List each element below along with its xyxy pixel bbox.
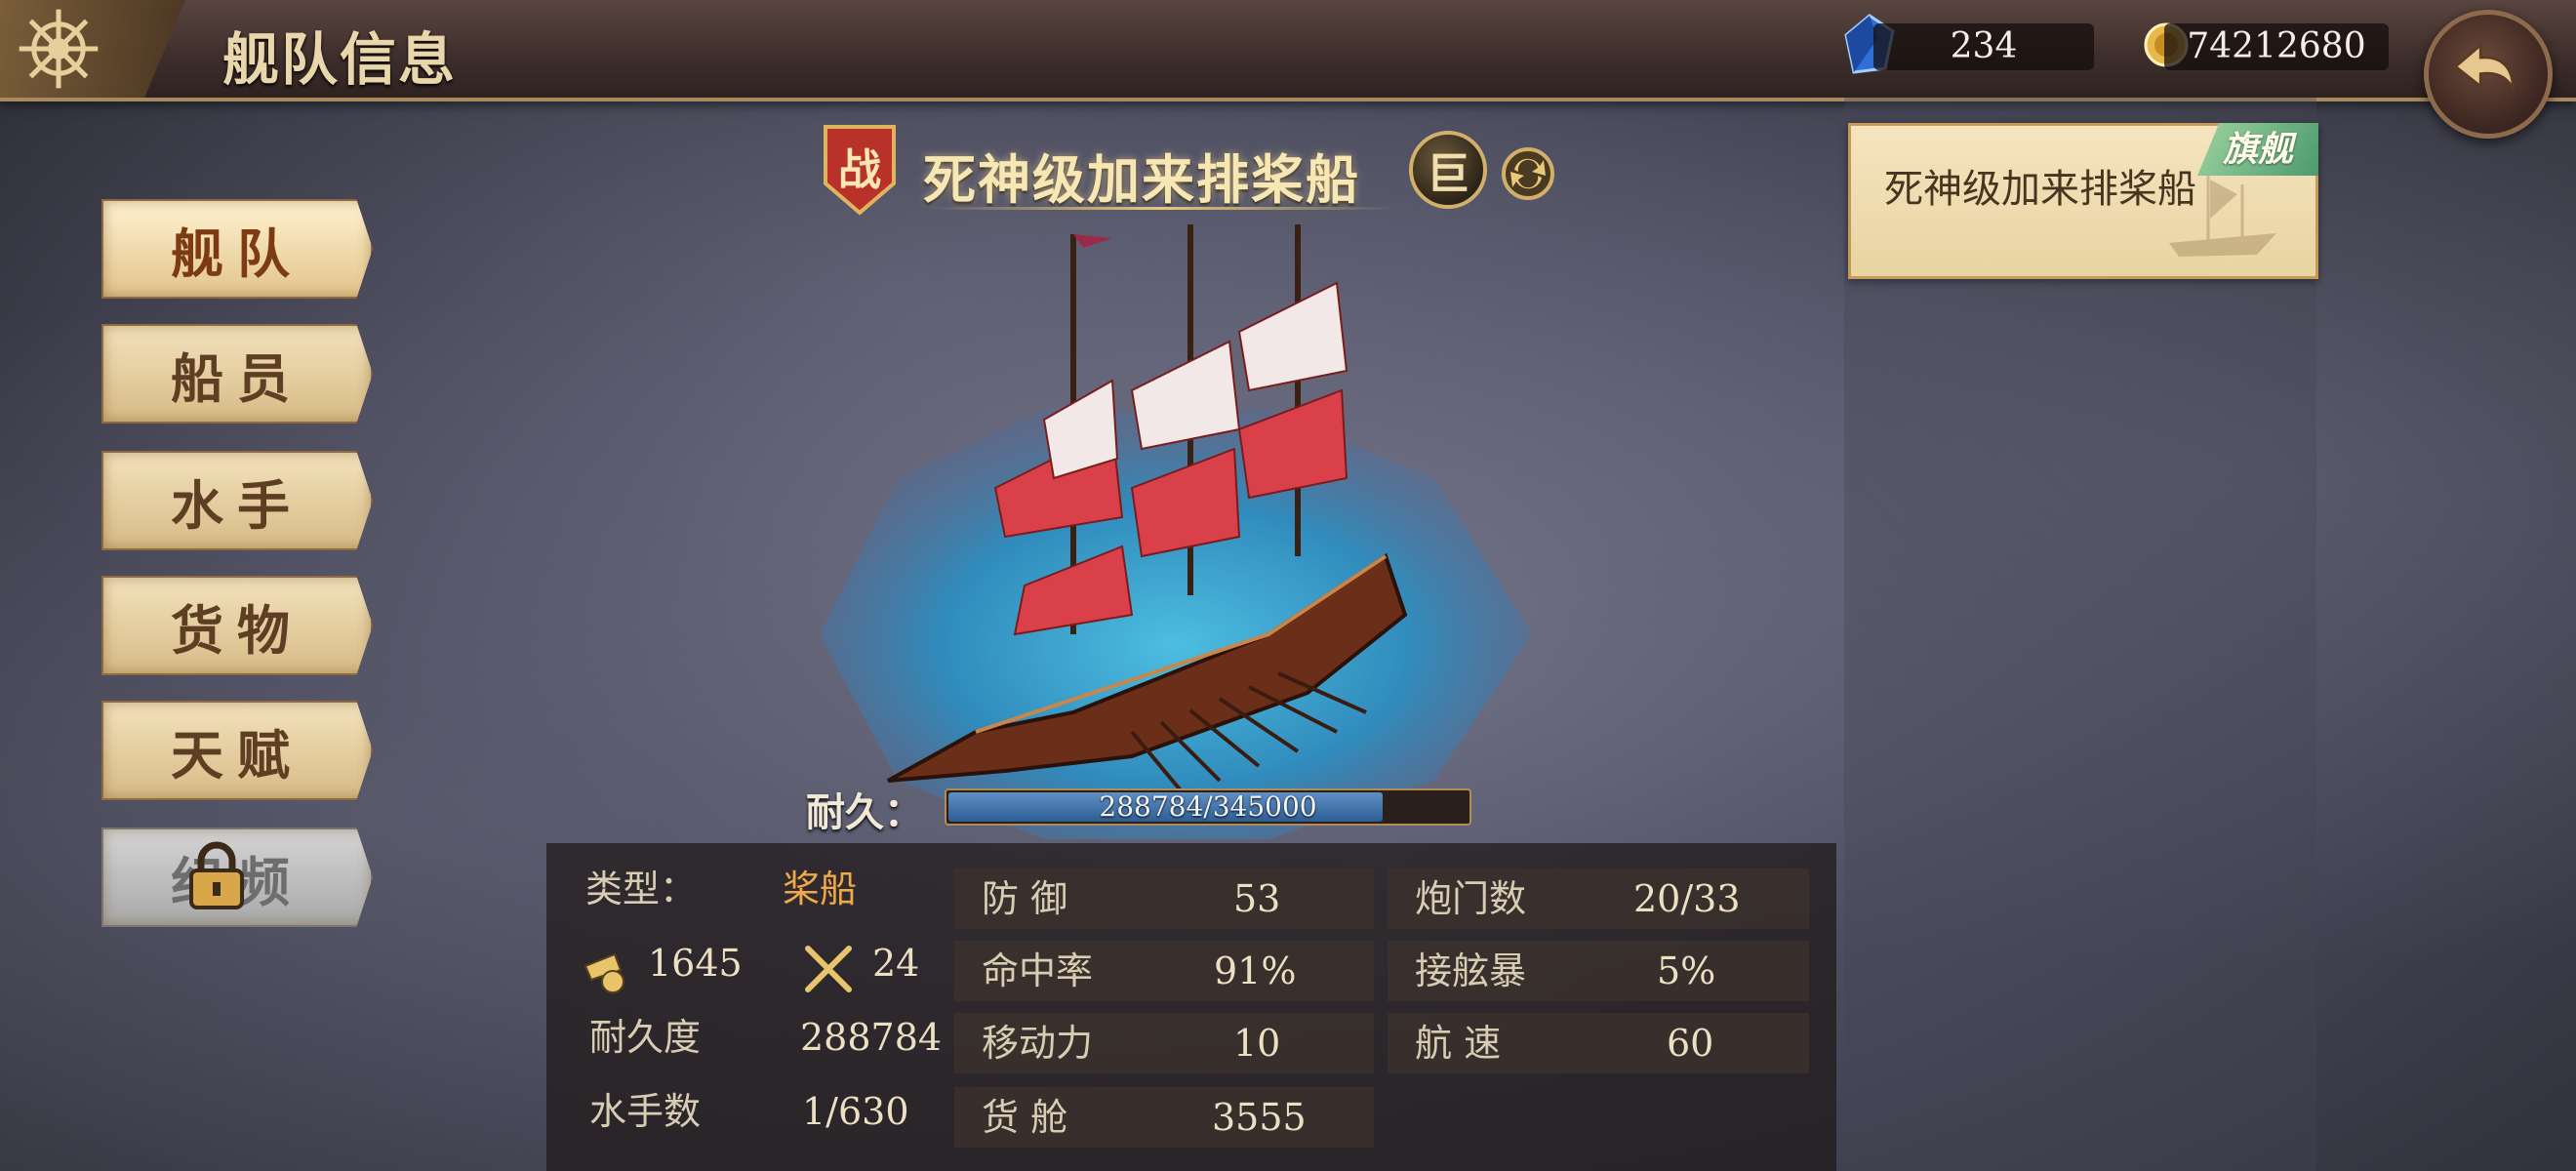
war-badge-text: 战 [838,145,881,195]
gem-count: 234 [1873,23,2094,70]
menu-talent-label: 天赋 [171,723,303,787]
mobility-value: 10 [1233,1022,1281,1065]
crossed-swords-icon [805,946,852,992]
flagship-name: 死神级加来排桨船 [1884,167,2196,212]
menu-crew-label: 船员 [171,346,303,410]
speed-value: 60 [1667,1022,1714,1065]
menu-talent-button[interactable]: 天赋 [101,701,373,800]
ship-display [820,224,1532,839]
lock-icon [189,841,244,909]
top-bar: 舰队信息 234 74212680 [0,0,2576,101]
gunports-label: 炮门数 [1415,877,1527,920]
war-badge: 战 [822,123,898,217]
mobility-label: 移动力 [982,1022,1094,1065]
boarding-value: 5% [1657,949,1716,992]
menu-fleet-label: 舰队 [171,222,303,285]
hit-label: 命中率 [982,949,1094,992]
back-arrow-icon [2453,42,2515,94]
type-value: 桨船 [783,868,858,910]
menu-cargo-button[interactable]: 货物 [101,576,373,675]
stats-panel: 类型： 桨船 1645 24 耐久度 288784 水手数 1/630 防 御 … [546,843,1836,1171]
gold-count: 74212680 [2164,23,2389,70]
ship-name: 死神级加来排桨船 [923,148,1360,211]
hold-label: 货 舱 [982,1096,1068,1139]
menu-sailors-button[interactable]: 水手 [101,451,373,550]
cannon-value: 1645 [648,942,743,985]
defense-value: 53 [1233,877,1281,920]
ship-name-underline [927,207,1395,210]
hit-value: 91% [1214,949,1297,992]
defense-label: 防 御 [982,877,1068,920]
menu-crew-button[interactable]: 船员 [101,324,373,424]
speed-label: 航 速 [1415,1022,1502,1065]
durability-stat-value: 288784 [800,1016,943,1059]
sailors-value: 1/630 [802,1090,909,1133]
durability-stat-label: 耐久度 [589,1016,702,1059]
cannon-icon [584,952,624,993]
durability-label: 耐久： [806,789,923,835]
flagship-card[interactable]: 死神级加来排桨船 旗舰 [1848,123,2318,279]
menu-sailors-label: 水手 [171,473,303,537]
sailors-label: 水手数 [589,1090,702,1133]
back-button[interactable] [2424,10,2553,139]
ship-size-badge: 巨 [1409,131,1487,209]
durability-bar: 288784/345000 [945,788,1471,826]
durability-text: 288784/345000 [1099,790,1317,823]
melee-value: 24 [872,942,920,985]
page-title: 舰队信息 [222,26,458,93]
flagship-ribbon: 旗舰 [2197,123,2318,176]
ship-wheel-icon[interactable] [18,8,100,90]
hold-value: 3555 [1212,1096,1307,1139]
type-label: 类型： [585,868,698,910]
menu-fleet-button[interactable]: 舰队 [101,199,373,299]
swap-icon[interactable] [1501,146,1555,201]
boarding-label: 接舷暴 [1415,949,1527,992]
gunports-value: 20/33 [1633,877,1741,920]
menu-cargo-label: 货物 [171,598,303,662]
